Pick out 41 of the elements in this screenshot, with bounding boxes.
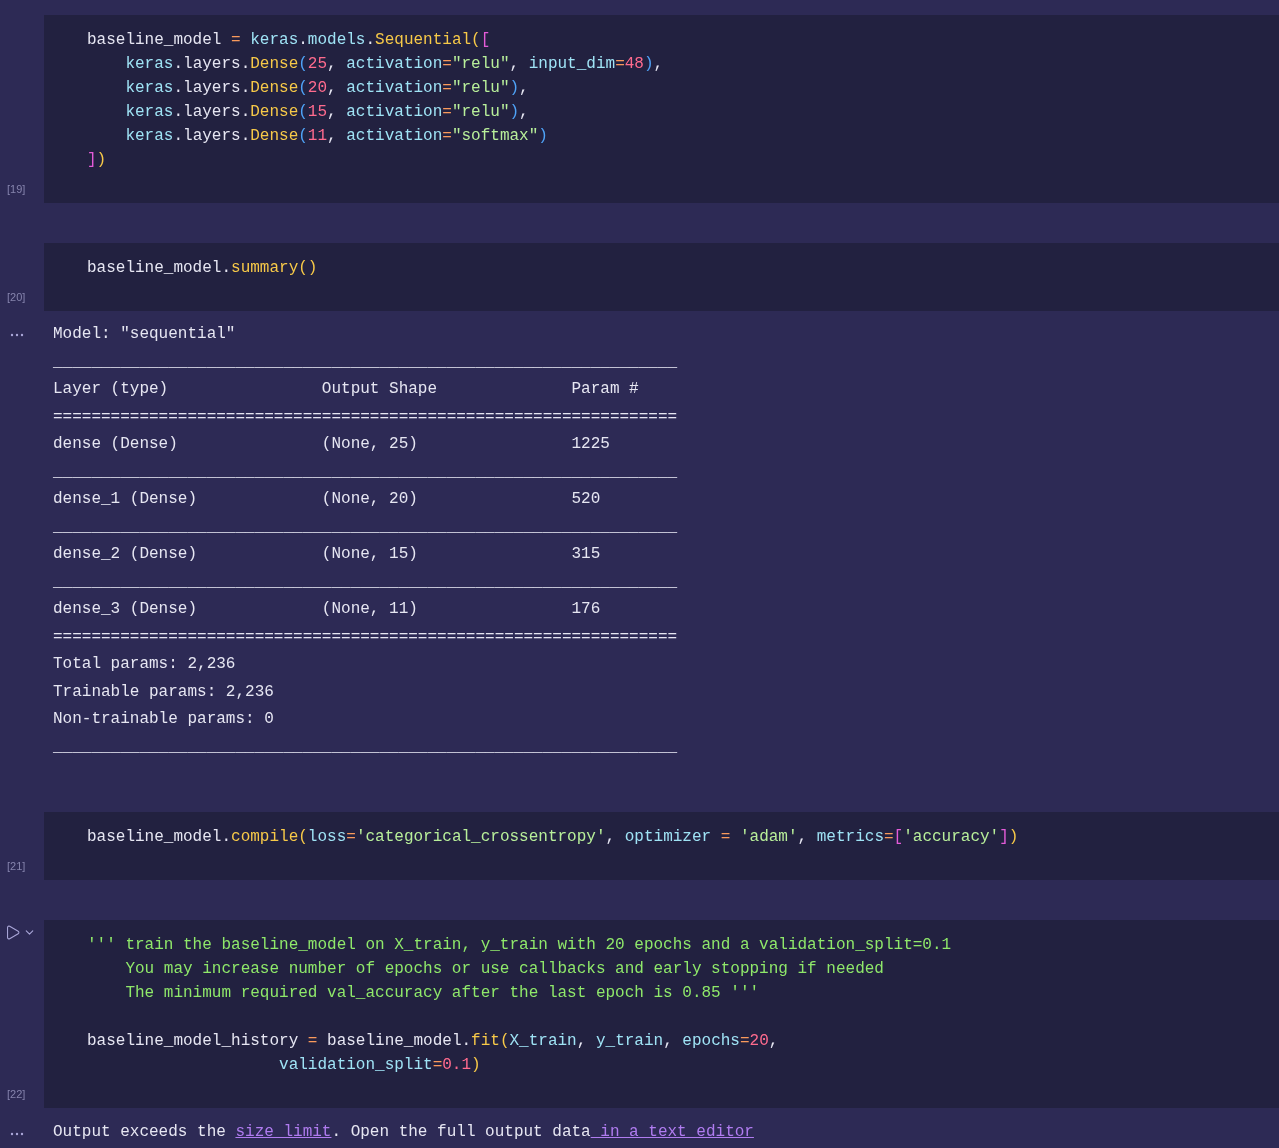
code-line: ]) [87,150,107,171]
code-cell[interactable]: baseline_model.compile(loss='categorical_crossentropy', optimizer = 'adam', metrics=['accuracy']) [44,812,1279,880]
code-line: baseline_model.summary() [87,258,318,279]
code-line: baseline_model.compile(loss='categorical_crossentropy', optimizer = 'adam', metrics=['accuracy']) [87,827,1019,848]
output-line: ================================================================= [53,406,678,428]
output-line: dense_2 (Dense) (None, 15) 315 [53,544,601,565]
output-line: _________________________________________________________________ [53,351,678,373]
more-icon[interactable] [10,333,24,337]
output-line: _________________________________________________________________ [53,461,678,483]
code-line: keras.layers.Dense(25, activation="relu", input_dim=48), [124,54,664,75]
execution-count: [19] [7,181,26,197]
code-line: baseline_model = keras.models.Sequential([ [87,30,491,51]
output-line: dense_1 (Dense) (None, 20) 520 [53,489,601,510]
code-line: baseline_model_history = baseline_model.fit(X_train, y_train, epochs=20, [87,1031,779,1052]
execution-count: [20] [7,289,26,305]
output-message: Output exceeds the size limit. Open the full output data in a text editor [53,1122,754,1143]
output-line: Layer (type) Output Shape Param # [53,379,639,400]
code-line: The minimum required val_accuracy after the last epoch is 0.85 ''' [124,983,760,1004]
output-line: dense_3 (Dense) (None, 11) 176 [53,599,601,620]
code-line: validation_split=0.1) [278,1055,481,1076]
output-line: dense (Dense) (None, 25) 1225 [53,434,610,455]
output-line: Trainable params: 2,236 [53,681,274,703]
more-icon[interactable] [10,1132,24,1136]
output-line: _________________________________________________________________ [53,571,678,593]
execution-count: [21] [7,858,26,874]
output-line: ================================================================= [53,626,678,648]
run-icon[interactable] [4,924,21,941]
code-line: You may increase number of epochs or use callbacks and early stopping if needed [124,959,884,980]
output-link[interactable]: size limit [235,1123,332,1141]
output-line: Total params: 2,236 [53,654,236,675]
output-line: _________________________________________________________________ [53,516,678,538]
output-line: Non-trainable params: 0 [53,709,274,730]
code-cell[interactable]: baseline_model.summary() [44,243,1279,311]
code-line: keras.layers.Dense(11, activation="softmax") [124,126,548,147]
execution-count: [22] [7,1086,26,1102]
output-link[interactable]: in a text editor [590,1123,754,1141]
output-line: Model: "sequential" [53,324,236,345]
output-line: _________________________________________________________________ [53,736,678,758]
code-line: keras.layers.Dense(15, activation="relu"), [124,102,529,123]
code-line: keras.layers.Dense(20, activation="relu"), [124,78,529,99]
code-line: ''' train the baseline_model on X_train, y_train with 20 epochs and a validation_split=0.1 [87,935,952,956]
